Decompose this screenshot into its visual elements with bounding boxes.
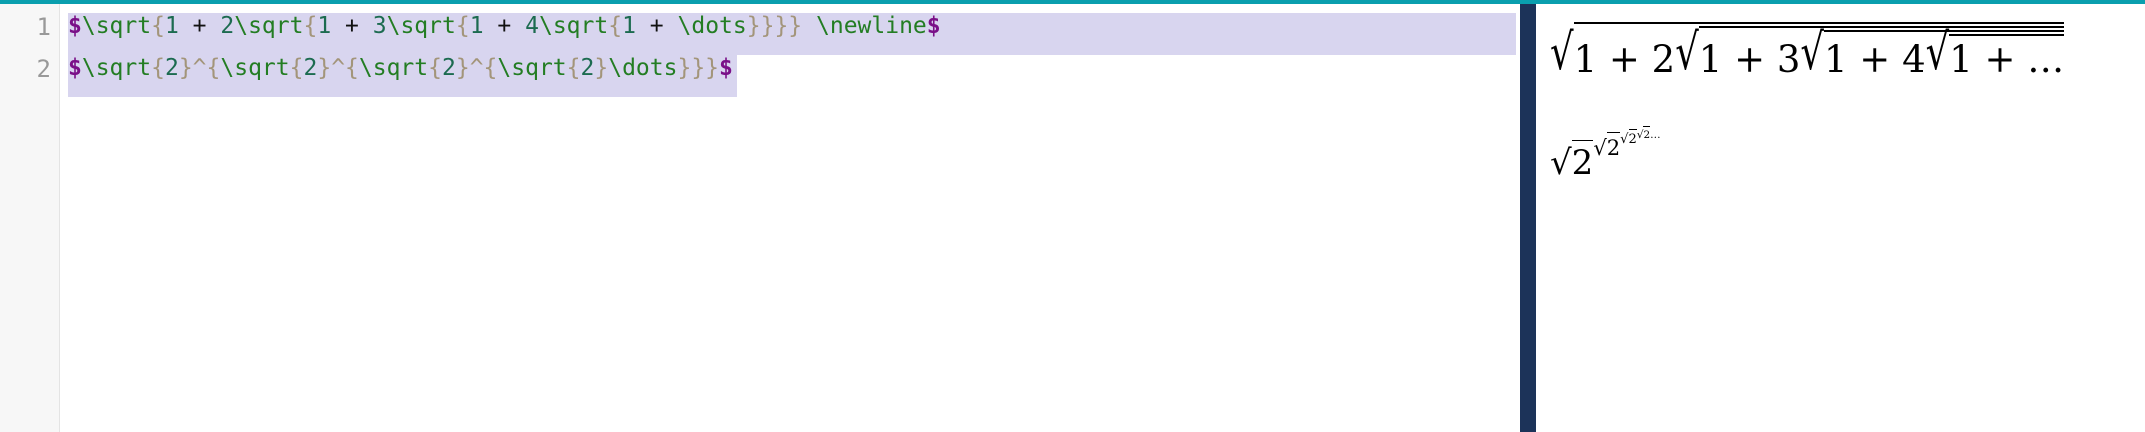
radical-sign: √: [1550, 142, 1572, 183]
token-brace: }^{: [455, 55, 498, 81]
token-cmd: \dots: [608, 55, 678, 81]
token-brace: {: [289, 55, 304, 81]
token-op: +: [331, 13, 373, 39]
math-text: 2: [1651, 38, 1676, 81]
token-num: 2: [220, 13, 235, 39]
token-brace: {: [151, 55, 165, 81]
token-num: 1: [622, 13, 636, 39]
token-op: +: [635, 13, 678, 39]
radical-sign: √: [1593, 134, 1607, 160]
math-text: 2: [1643, 129, 1651, 141]
line-number: 2: [36, 55, 51, 83]
token-op: +: [178, 13, 221, 39]
token-num: 1: [164, 13, 179, 39]
code-editor[interactable]: $\sqrt{1 + 2\sqrt{1 + 3\sqrt{1 + 4\sqrt{…: [60, 4, 1520, 432]
code-line-2[interactable]: $\sqrt{2}^{\sqrt{2}^{\sqrt{2}^{\sqrt{2}\…: [68, 55, 737, 97]
token-cmd: \sqrt: [538, 13, 609, 39]
pane-splitter[interactable]: [1520, 4, 1536, 432]
token-dollar: $: [719, 55, 733, 81]
token-cmd: \sqrt: [234, 13, 304, 39]
radical-sign: √: [1636, 129, 1644, 141]
token-brace: {: [566, 55, 581, 81]
math-text: +: [1597, 38, 1652, 81]
math-text: 1: [1573, 38, 1598, 81]
token-cmd: \sqrt: [220, 55, 290, 81]
math-text: +: [1972, 38, 2028, 81]
radical-sign: √: [1675, 22, 1699, 81]
math-text: 2: [1606, 134, 1621, 160]
radical-sign: √: [1925, 22, 1950, 81]
math-text: 3: [1776, 38, 1801, 81]
math-text: 1: [1949, 38, 1973, 81]
math-text: …: [2027, 38, 2065, 81]
token-dollar: $: [68, 13, 82, 39]
token-num: 1: [469, 13, 484, 39]
token-cmd: \sqrt: [81, 55, 152, 81]
power-tower-equation: √2√2√2√2…: [1550, 126, 1661, 183]
token-num: 1: [317, 13, 332, 39]
token-num: 2: [580, 55, 595, 81]
math-text: 4: [1902, 38, 1926, 81]
token-cmd: \dots: [677, 13, 747, 39]
token-cmd: \newline: [816, 13, 927, 39]
math-text: 2: [1571, 142, 1594, 183]
math-text: +: [1722, 38, 1777, 81]
token-brace: }}}: [677, 55, 720, 81]
token-brace: {: [608, 13, 623, 39]
token-brace: }^{: [317, 55, 359, 81]
radical-sign: √: [1800, 22, 1824, 81]
token-op: [802, 13, 816, 39]
token-dollar: $: [68, 55, 82, 81]
token-num: 2: [442, 55, 456, 81]
token-num: 4: [525, 13, 539, 39]
token-brace: {: [151, 13, 165, 39]
token-cmd: \sqrt: [386, 13, 456, 39]
token-dollar: $: [926, 13, 941, 39]
math-text: 1: [1823, 38, 1848, 81]
token-num: 2: [164, 55, 179, 81]
token-num: 3: [372, 13, 387, 39]
line-number: 1: [36, 13, 51, 41]
token-cmd: \sqrt: [497, 55, 567, 81]
token-cmd: \sqrt: [81, 13, 152, 39]
math-text: 1: [1698, 38, 1723, 81]
token-num: 2: [303, 55, 318, 81]
nested-radical-equation: √1 + 2√1 + 3√1 + 4√1 + …: [1550, 22, 2065, 81]
radical-sign: √: [1620, 132, 1629, 148]
radical-sign: √: [1550, 22, 1574, 81]
token-brace: {: [303, 13, 318, 39]
token-op: +: [483, 13, 526, 39]
token-brace: {: [455, 13, 470, 39]
math-text: …: [1650, 129, 1661, 141]
math-text: +: [1847, 38, 1903, 81]
token-cmd: \sqrt: [358, 55, 429, 81]
token-brace: }: [594, 55, 609, 81]
line-number-gutter: 1 2: [0, 4, 60, 432]
token-brace: }^{: [178, 55, 221, 81]
token-brace: }}}}: [746, 13, 803, 39]
code-line-1[interactable]: $\sqrt{1 + 2\sqrt{1 + 3\sqrt{1 + 4\sqrt{…: [68, 13, 1516, 55]
token-brace: {: [428, 55, 442, 81]
math-preview: √1 + 2√1 + 3√1 + 4√1 + … √2√2√2√2…: [1536, 4, 2145, 432]
math-text: 2: [1628, 132, 1637, 148]
